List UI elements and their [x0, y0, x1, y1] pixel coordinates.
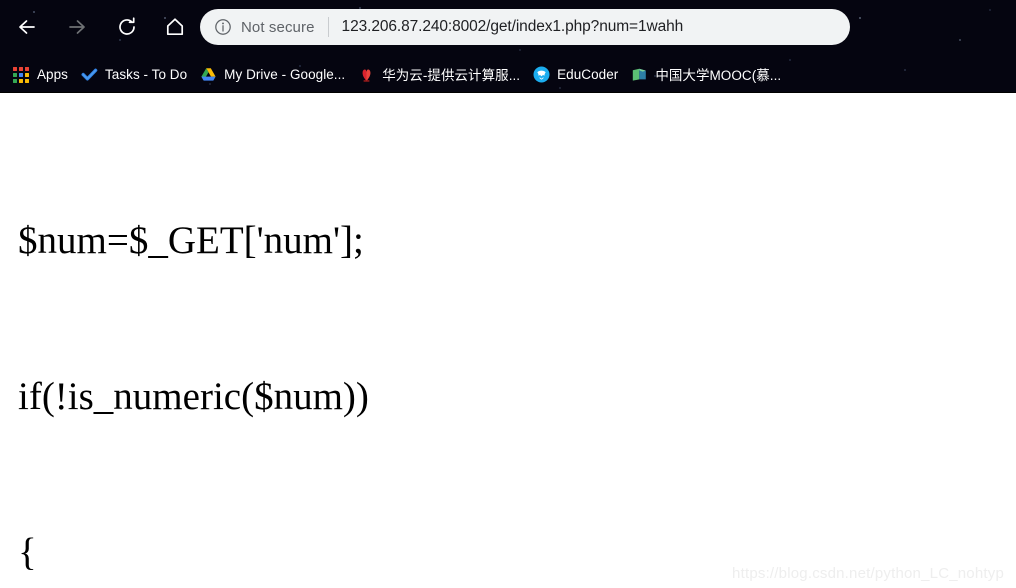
- bookmark-educoder[interactable]: EduCoder: [533, 61, 618, 87]
- bookmark-mooc[interactable]: 中国大学MOOC(慕...: [631, 61, 781, 87]
- browser-window: Not secure 123.206.87.240:8002/get/index…: [0, 0, 1016, 588]
- bookmark-label: Apps: [37, 66, 68, 82]
- blog-watermark: https://blog.csdn.net/python_LC_nohtyp: [732, 565, 1004, 582]
- url-text[interactable]: 123.206.87.240:8002/get/index1.php?num=1…: [342, 18, 684, 36]
- home-icon: [163, 15, 187, 39]
- info-circle-icon[interactable]: [214, 18, 232, 36]
- security-status-label: Not secure: [241, 18, 315, 36]
- bookmark-huawei-cloud[interactable]: 华为云-提供云计算服...: [358, 61, 520, 87]
- google-drive-icon: [200, 66, 217, 83]
- bookmark-tasks[interactable]: Tasks - To Do: [81, 61, 187, 87]
- reload-icon: [115, 15, 139, 39]
- bookmark-apps[interactable]: Apps: [13, 61, 68, 87]
- home-button[interactable]: [158, 10, 192, 44]
- browser-chrome: Not secure 123.206.87.240:8002/get/index…: [0, 0, 1016, 93]
- back-arrow-icon: [15, 15, 39, 39]
- code-line: $num=$_GET['num'];: [18, 219, 364, 262]
- back-button[interactable]: [10, 10, 44, 44]
- omnibox-divider: [327, 17, 329, 37]
- tasks-check-icon: [81, 66, 98, 83]
- php-source-output: $num=$_GET['num']; if(!is_numeric($num))…: [18, 111, 513, 588]
- educoder-icon: [533, 66, 550, 83]
- code-line: if(!is_numeric($num)): [18, 375, 369, 418]
- browser-toolbar: Not secure 123.206.87.240:8002/get/index…: [0, 0, 1016, 55]
- reload-button[interactable]: [110, 10, 144, 44]
- bookmark-label: 中国大学MOOC(慕...: [655, 68, 782, 83]
- bookmarks-bar: Apps Tasks - To Do My Drive - Google... …: [0, 55, 1016, 93]
- bookmark-label: Tasks - To Do: [104, 66, 188, 82]
- bookmark-label: EduCoder: [557, 66, 619, 82]
- bookmark-my-drive[interactable]: My Drive - Google...: [200, 61, 345, 87]
- bookmark-label: My Drive - Google...: [224, 66, 346, 82]
- mooc-book-icon: [631, 66, 648, 83]
- address-bar[interactable]: Not secure 123.206.87.240:8002/get/index…: [200, 9, 850, 45]
- apps-grid-icon: [13, 66, 30, 83]
- forward-arrow-icon: [65, 15, 89, 39]
- forward-button[interactable]: [60, 10, 94, 44]
- code-line: {: [18, 531, 37, 574]
- huawei-cloud-icon: [358, 66, 375, 83]
- page-content: $num=$_GET['num']; if(!is_numeric($num))…: [0, 93, 1016, 588]
- bookmark-label: 华为云-提供云计算服...: [382, 68, 521, 83]
